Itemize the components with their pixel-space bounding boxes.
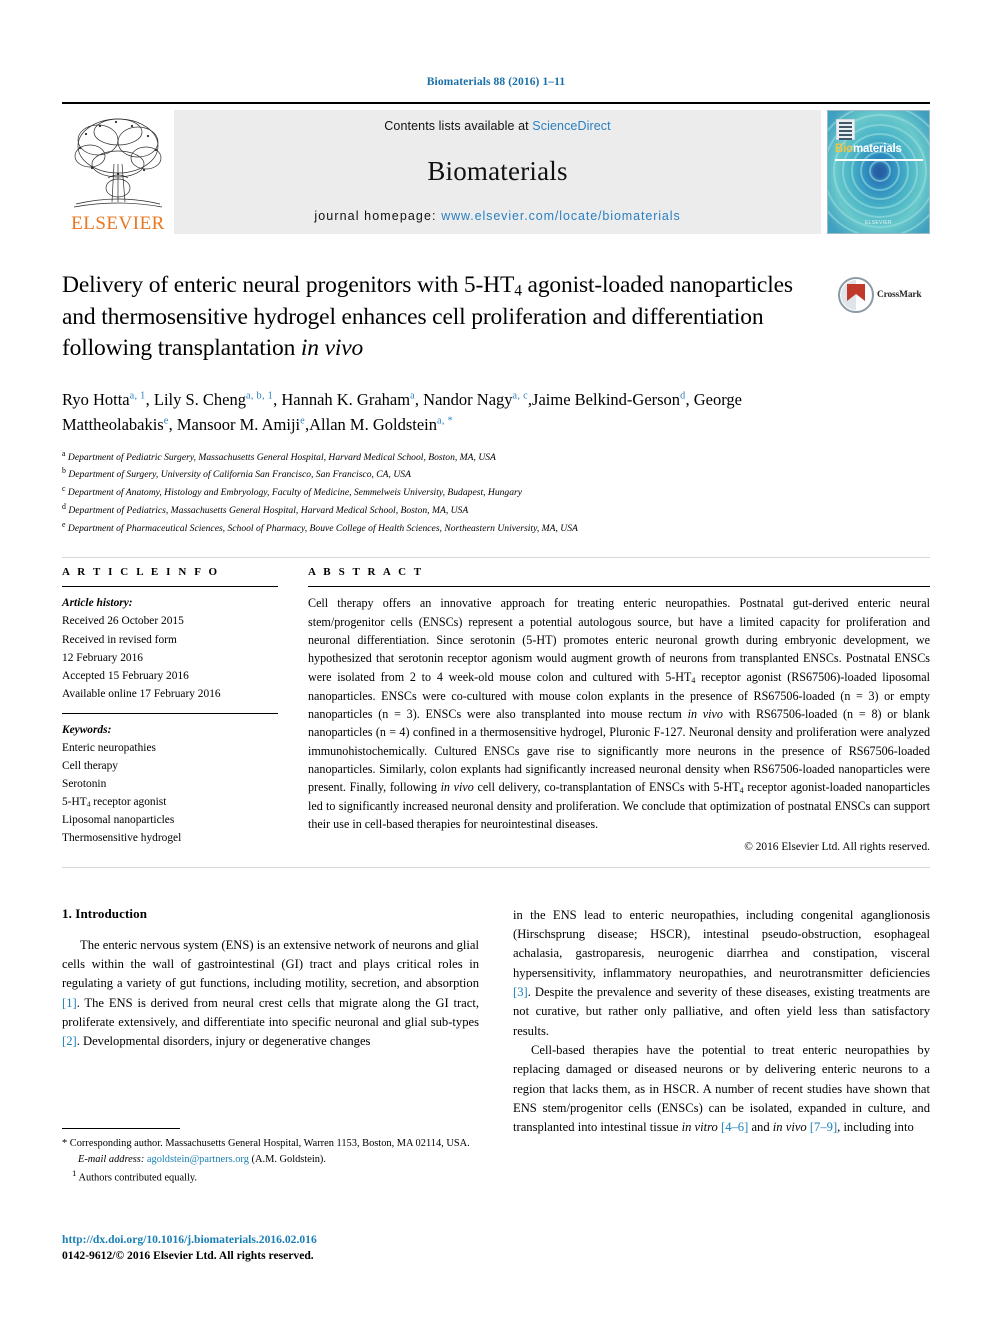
doi-link[interactable]: http://dx.doi.org/10.1016/j.biomaterials… xyxy=(62,1232,502,1248)
author-affiliation-mark: a, 1 xyxy=(129,390,146,402)
cover-footer-text: ELSEVIER xyxy=(865,220,892,226)
article-info-label: A R T I C L E I N F O xyxy=(62,566,220,579)
footnote-rule xyxy=(62,1128,180,1130)
journal-cover-thumbnail: Biomaterials ELSEVIER xyxy=(827,110,930,234)
article-info-rule xyxy=(62,586,278,588)
crossmark-label: CrossMark xyxy=(877,290,922,300)
author-name[interactable]: Nandor Nagy xyxy=(423,390,512,409)
body-column-right: in the ENS lead to enteric neuropathies,… xyxy=(513,906,930,1138)
keyword-item: Serotonin xyxy=(62,777,107,790)
footnote-corresponding-author: * Corresponding author. Massachusetts Ge… xyxy=(62,1138,470,1150)
article-history-heading: Article history: xyxy=(62,597,133,610)
article-info-column: A R T I C L E I N F O Article history: R… xyxy=(62,566,292,852)
journal-homepage-link[interactable]: www.elsevier.com/locate/biomaterials xyxy=(441,209,680,223)
keywords-rule xyxy=(62,712,278,714)
contents-box: Contents lists available at ScienceDirec… xyxy=(174,110,821,234)
body-columns: 1. Introduction The enteric nervous syst… xyxy=(62,906,930,1138)
keyword-item: Enteric neuropathies xyxy=(62,741,156,754)
abstract-text: Cell therapy offers an innovative approa… xyxy=(308,596,931,832)
citation-ref[interactable]: [7–9] xyxy=(810,1120,837,1134)
citation-ref[interactable]: [1] xyxy=(62,996,77,1010)
elsevier-wordmark: ELSEVIER xyxy=(71,213,165,234)
intro-paragraph-left: The enteric nervous system (ENS) is an e… xyxy=(62,937,479,1049)
author-affiliation-mark: a, * xyxy=(436,415,453,427)
affiliation-mark: d xyxy=(62,501,66,511)
history-item: Received in revised form xyxy=(62,633,177,646)
affiliation-mark: c xyxy=(62,484,66,494)
affiliation-mark: e xyxy=(62,519,66,529)
homepage-prefix: journal homepage: xyxy=(314,209,442,223)
crossmark-icon xyxy=(838,277,874,313)
cover-title-rule xyxy=(835,159,923,161)
page-title: Delivery of enteric neural progenitors w… xyxy=(62,272,793,362)
affiliation-list: a Department of Pediatric Surgery, Massa… xyxy=(62,448,930,537)
running-head: Biomaterials 88 (2016) 1–11 xyxy=(426,76,566,88)
title-block: Delivery of enteric neural progenitors w… xyxy=(62,270,930,365)
footer-doi-block: http://dx.doi.org/10.1016/j.biomaterials… xyxy=(62,1232,502,1265)
author-name[interactable]: Ryo Hotta xyxy=(62,390,130,409)
abstract-rule xyxy=(308,586,930,588)
section-heading-introduction: 1. Introduction xyxy=(62,905,148,921)
cover-journal-title: Biomaterials xyxy=(835,143,902,155)
author-affiliation-mark: e xyxy=(300,415,305,427)
contents-available-line: Contents lists available at ScienceDirec… xyxy=(384,119,610,133)
journal-title: Biomaterials xyxy=(427,155,568,186)
elsevier-logo: ELSEVIER xyxy=(62,110,174,234)
elsevier-tree-icon xyxy=(73,118,163,208)
journal-masthead: ELSEVIER Contents lists available at Sci… xyxy=(62,102,930,234)
citation-ref[interactable]: [2] xyxy=(62,1034,77,1048)
author-affiliation-mark: a, b, 1 xyxy=(246,390,274,402)
author-name[interactable]: Allan M. Goldstein xyxy=(309,415,437,434)
citation-ref[interactable]: [3] xyxy=(513,985,528,999)
issn-copyright-line: 0142-9612/© 2016 Elsevier Ltd. All right… xyxy=(62,1249,314,1263)
keywords-block: Keywords: Enteric neuropathies Cell ther… xyxy=(62,721,278,847)
author-name[interactable]: Lily S. Cheng xyxy=(154,390,246,409)
abstract-copyright: © 2016 Elsevier Ltd. All rights reserved… xyxy=(744,840,930,853)
affiliation-item: a Department of Pediatric Surgery, Massa… xyxy=(62,448,496,463)
history-item: Received 26 October 2015 xyxy=(62,615,184,628)
body-column-left: 1. Introduction The enteric nervous syst… xyxy=(62,906,479,1138)
crossmark-badge[interactable]: CrossMark xyxy=(838,272,930,318)
abstract-label: A B S T R A C T xyxy=(308,566,424,579)
paper-page: Biomaterials 88 (2016) 1–11 ELSEVIER Con… xyxy=(0,0,992,1323)
abstract-column: A B S T R A C T Cell therapy offers an i… xyxy=(292,566,931,853)
history-item: 12 February 2016 xyxy=(62,651,143,664)
keyword-item-ht4: 5-HT4 receptor agonist xyxy=(62,795,167,809)
journal-homepage-line: journal homepage: www.elsevier.com/locat… xyxy=(314,209,680,223)
affiliation-item: c Department of Anatomy, Histology and E… xyxy=(62,484,523,499)
author-affiliation-mark: d xyxy=(680,390,686,402)
affiliation-mark: b xyxy=(62,466,66,476)
keyword-item: Liposomal nanoparticles xyxy=(62,813,175,826)
author-list: Ryo Hottaa, 1, Lily S. Chenga, b, 1, Han… xyxy=(62,389,742,434)
sciencedirect-link[interactable]: ScienceDirect xyxy=(532,119,610,133)
citation-ref[interactable]: [4–6] xyxy=(721,1120,748,1134)
cover-publisher-mark xyxy=(836,119,855,140)
info-abstract-region: A R T I C L E I N F O Article history: R… xyxy=(62,557,931,853)
affiliation-item: e Department of Pharmaceutical Sciences,… xyxy=(62,519,578,534)
author-affiliation-mark: a xyxy=(410,390,415,402)
footnote-equal-contribution: 1 Authors contributed equally. xyxy=(72,1168,197,1184)
author-affiliation-mark: a, c xyxy=(512,390,528,402)
intro-paragraph-right-1: in the ENS lead to enteric neuropathies,… xyxy=(513,907,930,1038)
contents-prefix: Contents lists available at xyxy=(384,119,533,133)
author-name[interactable]: Jaime Belkind-Gerson xyxy=(532,390,680,409)
email-link[interactable]: agoldstein@partners.org xyxy=(147,1154,249,1165)
affiliation-item: b Department of Surgery, University of C… xyxy=(62,466,411,481)
affiliation-mark: a xyxy=(62,448,66,458)
author-affiliation-mark: e xyxy=(163,415,169,427)
intro-paragraph-right-2: Cell-based therapies have the potential … xyxy=(513,1042,930,1135)
history-item: Available online 17 February 2016 xyxy=(62,687,221,700)
keyword-item: Thermosensitive hydrogel xyxy=(62,831,182,844)
info-top-divider xyxy=(62,557,930,559)
author-name[interactable]: Mansoor M. Amiji xyxy=(177,415,300,434)
footnote-email: E-mail address: agoldstein@partners.org … xyxy=(78,1153,326,1165)
affiliation-item: d Department of Pediatrics, Massachusett… xyxy=(62,501,469,517)
keyword-item: Cell therapy xyxy=(62,759,118,772)
abstract-bottom-divider xyxy=(62,866,930,868)
author-name[interactable]: Hannah K. Graham xyxy=(281,390,410,409)
article-history: Article history: Received 26 October 201… xyxy=(62,594,278,702)
history-item: Accepted 15 February 2016 xyxy=(62,669,189,682)
footnotes-block: * Corresponding author. Massachusetts Ge… xyxy=(62,1128,494,1186)
keywords-heading: Keywords: xyxy=(62,723,112,736)
